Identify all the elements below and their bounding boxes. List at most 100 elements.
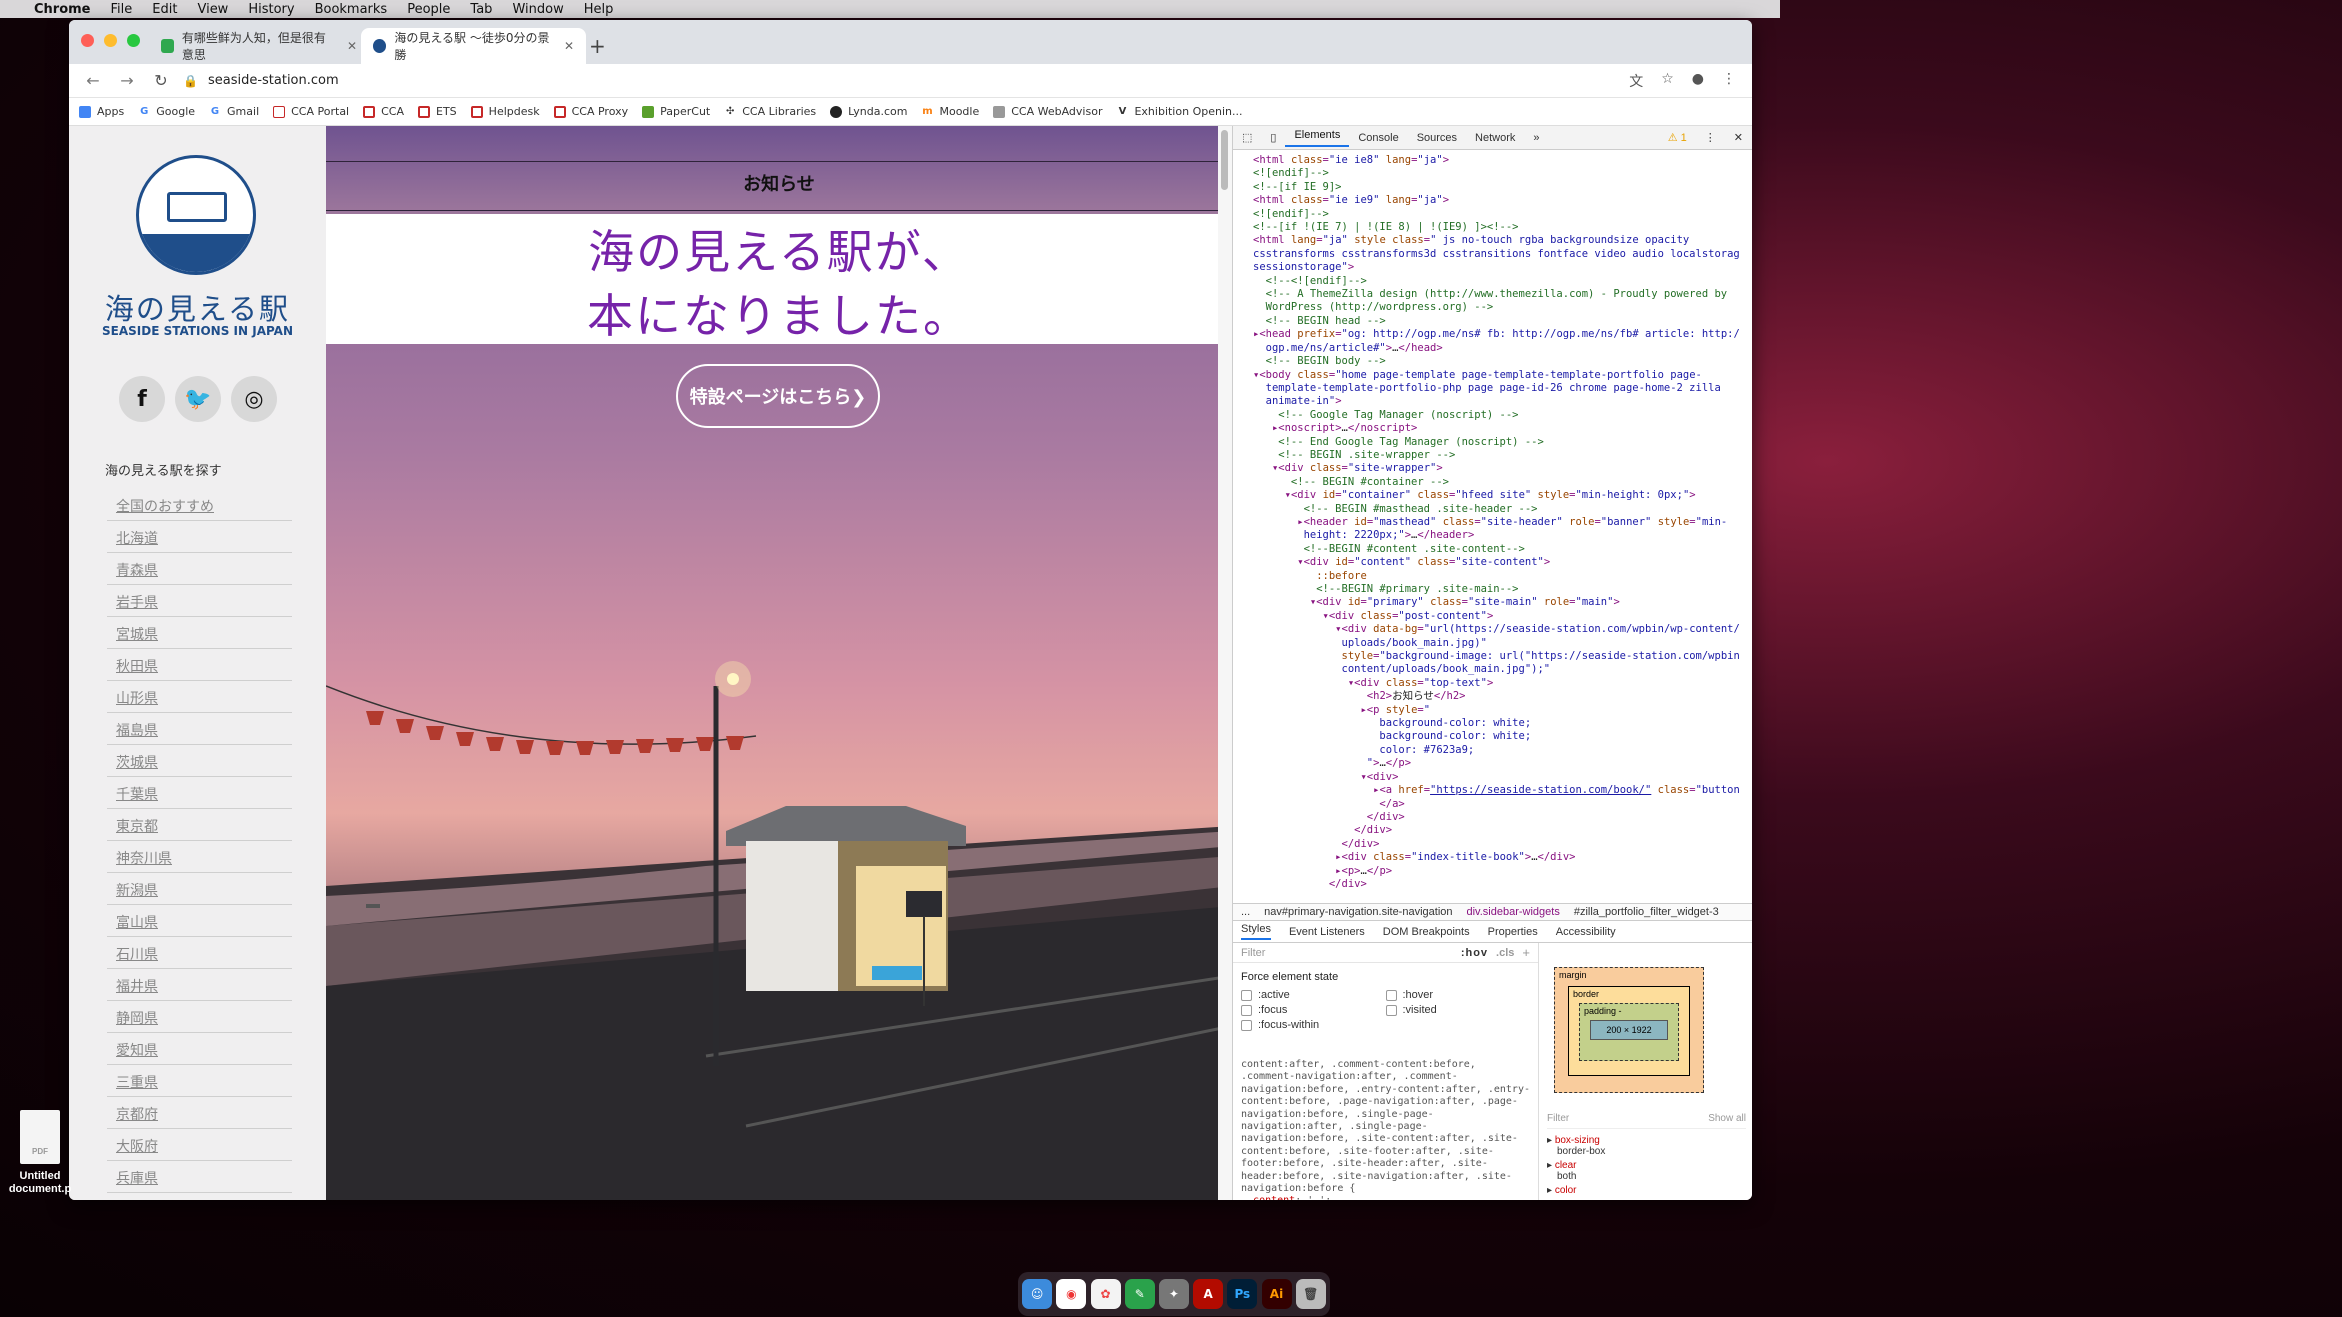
prefecture-link[interactable]: 北海道 xyxy=(107,521,292,553)
menu-bookmarks[interactable]: Bookmarks xyxy=(315,2,388,17)
prefecture-link[interactable]: 三重県 xyxy=(107,1065,292,1097)
tab-styles[interactable]: Styles xyxy=(1241,923,1271,940)
bookmark-cca[interactable]: CCA xyxy=(363,105,404,118)
twitter-icon[interactable]: 🐦 xyxy=(175,376,221,422)
computed-prop[interactable]: ▸ box-sizing xyxy=(1547,1135,1746,1146)
inspect-element-icon[interactable]: ⬚ xyxy=(1233,131,1261,144)
photoshop-icon[interactable]: Ps xyxy=(1227,1279,1258,1309)
device-toolbar-icon[interactable]: ▯ xyxy=(1261,131,1285,144)
prefecture-link[interactable]: 千葉県 xyxy=(107,777,292,809)
bookmark-ets[interactable]: ETS xyxy=(418,105,457,118)
page-scrollbar[interactable] xyxy=(1218,126,1232,1200)
computed-filter-input[interactable]: Filter xyxy=(1547,1113,1569,1124)
instagram-icon[interactable]: ◎ xyxy=(231,376,277,422)
acrobat-icon[interactable]: A xyxy=(1193,1279,1224,1309)
hov-toggle[interactable]: :hov xyxy=(1461,947,1488,959)
lock-icon[interactable]: 🔒 xyxy=(183,74,198,88)
new-tab-button[interactable]: + xyxy=(589,34,606,58)
computed-prop[interactable]: ▸ color xyxy=(1547,1185,1746,1196)
tab-dom-breakpoints[interactable]: DOM Breakpoints xyxy=(1383,926,1470,938)
preview-icon[interactable]: ✦ xyxy=(1158,1279,1189,1309)
state-focus-within-checkbox[interactable]: :focus-within xyxy=(1241,1019,1386,1031)
address-bar[interactable]: 🔒 seaside-station.com xyxy=(183,73,1629,88)
zoom-window-button[interactable] xyxy=(127,34,140,47)
prefecture-link[interactable]: 山形県 xyxy=(107,681,292,713)
profile-icon[interactable]: ● xyxy=(1692,71,1704,91)
finder-icon[interactable]: ☺ xyxy=(1022,1279,1053,1309)
menu-file[interactable]: File xyxy=(111,2,133,17)
state-active-checkbox[interactable]: :active xyxy=(1241,989,1386,1001)
desktop-pdf-file[interactable]: Untitled document.p xyxy=(4,1110,76,1196)
star-icon[interactable]: ☆ xyxy=(1661,71,1674,91)
menu-view[interactable]: View xyxy=(197,2,228,17)
chrome-icon[interactable]: ◉ xyxy=(1056,1279,1087,1309)
menu-app-chrome[interactable]: Chrome xyxy=(34,2,91,17)
bookmark-papercut[interactable]: PaperCut xyxy=(642,105,710,118)
photos-icon[interactable]: ✿ xyxy=(1090,1279,1121,1309)
forward-icon[interactable]: → xyxy=(117,71,137,90)
bookmark-cca-portal[interactable]: CCA Portal xyxy=(273,105,349,118)
prefecture-link[interactable]: 東京都 xyxy=(107,809,292,841)
breadcrumb-item[interactable]: #zilla_portfolio_filter_widget-3 xyxy=(1574,906,1719,918)
prefecture-link[interactable]: 神奈川県 xyxy=(107,841,292,873)
tab-zhihu[interactable]: 有哪些鲜为人知，但是很有意思 ✕ xyxy=(149,28,369,64)
bookmark-moodle[interactable]: m Moodle xyxy=(921,105,979,118)
reload-icon[interactable]: ↻ xyxy=(151,71,171,90)
tab-network[interactable]: Network xyxy=(1466,132,1524,144)
bookmark-exhibition[interactable]: V Exhibition Openin... xyxy=(1116,105,1243,118)
site-logo-title[interactable]: 海の見える駅 xyxy=(69,286,326,328)
bookmark-helpdesk[interactable]: Helpdesk xyxy=(470,105,540,118)
box-model-margin[interactable]: margin border padding - 200 × 1922 xyxy=(1554,967,1704,1093)
prefecture-link[interactable]: 富山県 xyxy=(107,905,292,937)
translate-icon[interactable]: 文 xyxy=(1629,71,1643,91)
close-tab-icon[interactable]: ✕ xyxy=(564,39,574,53)
menu-tab[interactable]: Tab xyxy=(470,2,492,17)
scrollbar-thumb[interactable] xyxy=(1221,130,1228,190)
prefecture-link[interactable]: 京都府 xyxy=(107,1097,292,1129)
more-tabs-icon[interactable]: » xyxy=(1524,132,1548,144)
illustrator-icon[interactable]: Ai xyxy=(1261,1279,1292,1309)
devtools-menu-icon[interactable]: ⋮ xyxy=(1696,131,1725,144)
tab-elements[interactable]: Elements xyxy=(1285,129,1350,147)
box-model-padding[interactable]: padding - 200 × 1922 xyxy=(1579,1003,1679,1061)
prefecture-link[interactable]: 石川県 xyxy=(107,937,292,969)
show-all-checkbox[interactable]: Show all xyxy=(1708,1113,1746,1124)
special-page-button[interactable]: 特設ページはこちら❯ xyxy=(676,364,880,428)
box-model-content[interactable]: 200 × 1922 xyxy=(1590,1020,1668,1040)
bookmark-google[interactable]: G Google xyxy=(138,105,195,118)
bookmark-cca-webadvisor[interactable]: CCA WebAdvisor xyxy=(993,105,1102,118)
prefecture-link[interactable]: 岩手県 xyxy=(107,585,292,617)
prefecture-link[interactable]: 宮城県 xyxy=(107,617,292,649)
new-rule-icon[interactable]: + xyxy=(1522,945,1530,960)
menu-window[interactable]: Window xyxy=(512,2,563,17)
tab-seaside[interactable]: 海の見える駅 ～徒歩0分の景勝 ✕ xyxy=(361,28,586,64)
state-visited-checkbox[interactable]: :visited xyxy=(1386,1004,1531,1016)
close-devtools-icon[interactable]: ✕ xyxy=(1725,131,1752,144)
close-tab-icon[interactable]: ✕ xyxy=(347,39,357,53)
tab-accessibility[interactable]: Accessibility xyxy=(1556,926,1616,938)
prefecture-link[interactable]: 秋田県 xyxy=(107,649,292,681)
breadcrumb-item[interactable]: nav#primary-navigation.site-navigation xyxy=(1264,906,1452,918)
bookmark-cca-proxy[interactable]: CCA Proxy xyxy=(553,105,628,118)
prefecture-link[interactable]: 全国のおすすめ xyxy=(107,489,292,521)
prefecture-link[interactable]: 新潟県 xyxy=(107,873,292,905)
menu-help[interactable]: Help xyxy=(584,2,614,17)
computed-prop[interactable]: ▸ clear xyxy=(1547,1160,1746,1171)
prefecture-link[interactable]: 青森県 xyxy=(107,553,292,585)
tab-properties[interactable]: Properties xyxy=(1488,926,1538,938)
bookmark-lynda[interactable]: Lynda.com xyxy=(830,105,907,118)
menu-kebab-icon[interactable]: ⋮ xyxy=(1722,71,1736,91)
site-logo-icon[interactable] xyxy=(136,155,256,275)
styles-filter-input[interactable]: Filter xyxy=(1241,947,1265,959)
warning-badge[interactable]: ⚠ 1 xyxy=(1659,131,1696,144)
close-window-button[interactable] xyxy=(81,34,94,47)
state-focus-checkbox[interactable]: :focus xyxy=(1241,1004,1386,1016)
stickies-icon[interactable]: ✎ xyxy=(1124,1279,1155,1309)
css-rule-text[interactable]: content:after, .comment-content:before, … xyxy=(1233,1059,1533,1200)
prefecture-link[interactable]: 福島県 xyxy=(107,713,292,745)
tab-console[interactable]: Console xyxy=(1349,132,1407,144)
menu-people[interactable]: People xyxy=(407,2,450,17)
breadcrumb-item[interactable]: ... xyxy=(1241,906,1250,918)
menu-edit[interactable]: Edit xyxy=(152,2,177,17)
bookmark-gmail[interactable]: G Gmail xyxy=(209,105,259,118)
